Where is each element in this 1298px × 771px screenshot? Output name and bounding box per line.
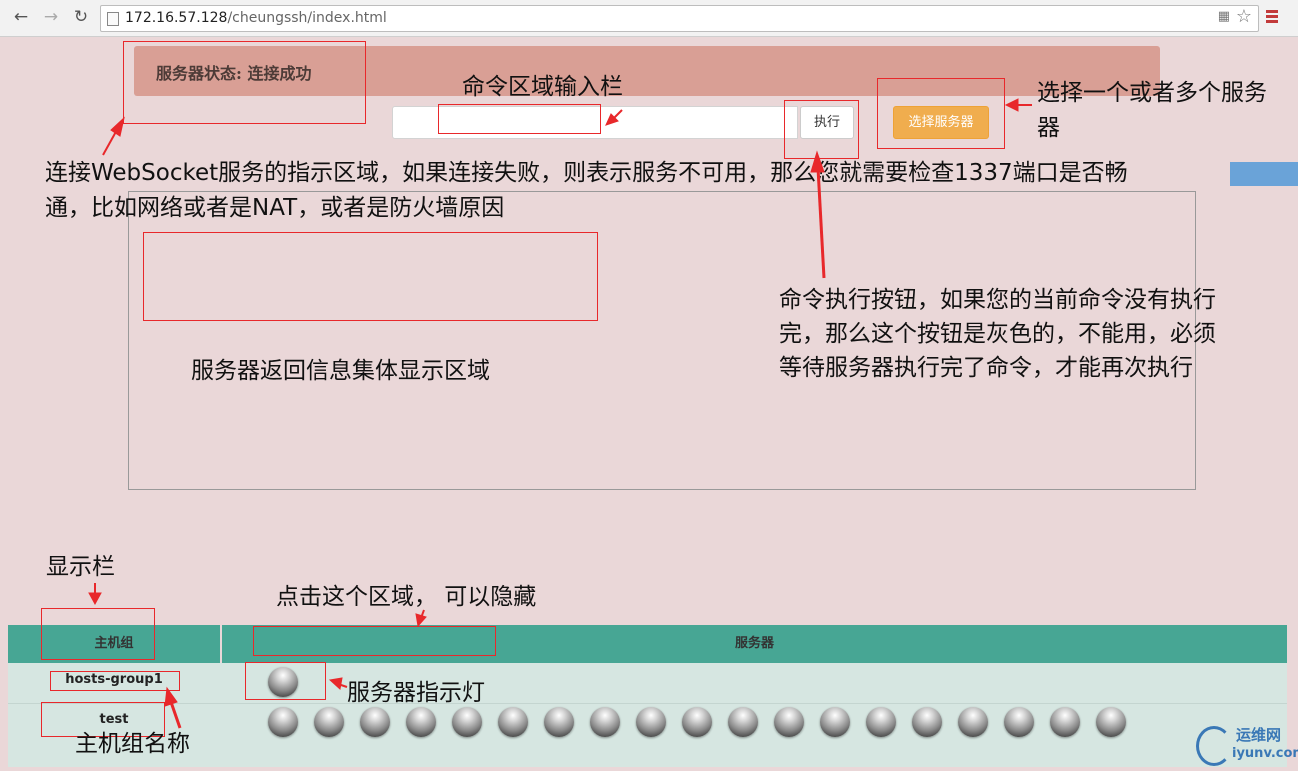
server-indicator-light[interactable] — [820, 707, 850, 737]
server-indicator-light[interactable] — [728, 707, 758, 737]
annotation-box-group1 — [50, 671, 180, 691]
annotation-box-select — [877, 78, 1005, 149]
url-path: /cheungssh/index.html — [227, 10, 387, 26]
server-indicator-light[interactable] — [498, 707, 528, 737]
annotation-hide: 点击这个区域， 可以隐藏 — [276, 584, 537, 610]
annotation-box-status — [123, 41, 366, 124]
side-badge[interactable] — [1230, 162, 1298, 186]
annotation-group-name: 主机组名称 — [75, 731, 190, 757]
server-indicator-light[interactable] — [360, 707, 390, 737]
annotation-exec-1: 命令执行按钮，如果您的当前命令没有执行 — [779, 287, 1216, 313]
annotation-output: 服务器返回信息集体显示区域 — [191, 358, 490, 384]
annotation-websocket-1: 连接WebSocket服务的指示区域，如果连接失败，则表示服务不可用，那么您就需… — [45, 160, 1128, 186]
watermark-swirl-icon — [1196, 726, 1232, 766]
arrow-display-head — [88, 592, 102, 606]
menu-icon[interactable] — [1266, 10, 1278, 24]
bookmark-star-icon[interactable]: ☆ — [1236, 6, 1252, 27]
annotation-box-light — [245, 662, 326, 700]
annotation-light: 服务器指示灯 — [347, 680, 485, 706]
site-watermark-logo: 运维网 iyunv.com — [1196, 724, 1298, 768]
annotation-exec-3: 等待服务器执行完了命令，才能再次执行 — [779, 355, 1193, 381]
server-indicator-light[interactable] — [636, 707, 666, 737]
row-divider — [8, 703, 1287, 704]
annotation-box-hide — [253, 626, 496, 656]
server-indicator-light[interactable] — [268, 707, 298, 737]
address-bar[interactable]: 172.16.57.128/cheungssh/index.html ▦ ☆ — [100, 5, 1259, 32]
server-indicator-light[interactable] — [314, 707, 344, 737]
server-indicator-light[interactable] — [866, 707, 896, 737]
server-indicator-light[interactable] — [682, 707, 712, 737]
server-indicator-light[interactable] — [590, 707, 620, 737]
server-indicator-light[interactable] — [958, 707, 988, 737]
server-indicator-light[interactable] — [544, 707, 574, 737]
watermark-en: iyunv.com — [1232, 746, 1298, 761]
server-indicator-light[interactable] — [1096, 707, 1126, 737]
url-host: 172.16.57.128 — [125, 10, 228, 26]
annotation-input: 命令区域输入栏 — [462, 74, 623, 100]
back-icon[interactable]: ← — [10, 6, 32, 28]
annotation-box-input — [438, 104, 601, 134]
forward-icon[interactable]: → — [40, 6, 62, 28]
annotation-websocket-2: 通，比如网络或者是NAT，或者是防火墙原因 — [45, 195, 505, 221]
annotation-box-exec — [784, 100, 859, 159]
watermark-cn: 运维网 — [1236, 726, 1282, 744]
server-indicator-light[interactable] — [406, 707, 436, 737]
server-indicator-light[interactable] — [912, 707, 942, 737]
server-indicator-light[interactable] — [1004, 707, 1034, 737]
annotation-display-bar: 显示栏 — [46, 554, 115, 580]
server-indicator-light[interactable] — [774, 707, 804, 737]
browser-toolbar: ← → ↻ 172.16.57.128/cheungssh/index.html… — [0, 0, 1298, 37]
arrow-select-head — [1004, 98, 1019, 112]
translate-icon[interactable]: ▦ — [1218, 9, 1230, 24]
server-indicator-light[interactable] — [452, 707, 482, 737]
server-indicator-light[interactable] — [1050, 707, 1080, 737]
url-text: 172.16.57.128/cheungssh/index.html — [125, 10, 387, 26]
annotation-box-header — [41, 608, 155, 660]
page-icon — [107, 12, 119, 26]
arrow-status — [102, 127, 119, 156]
annotation-select: 选择一个或者多个服务器 — [1037, 80, 1267, 141]
annotation-exec-2: 完，那么这个按钮是灰色的，不能用，必须 — [779, 321, 1216, 347]
reload-icon[interactable]: ↻ — [70, 6, 92, 28]
annotation-box-output — [143, 232, 598, 321]
